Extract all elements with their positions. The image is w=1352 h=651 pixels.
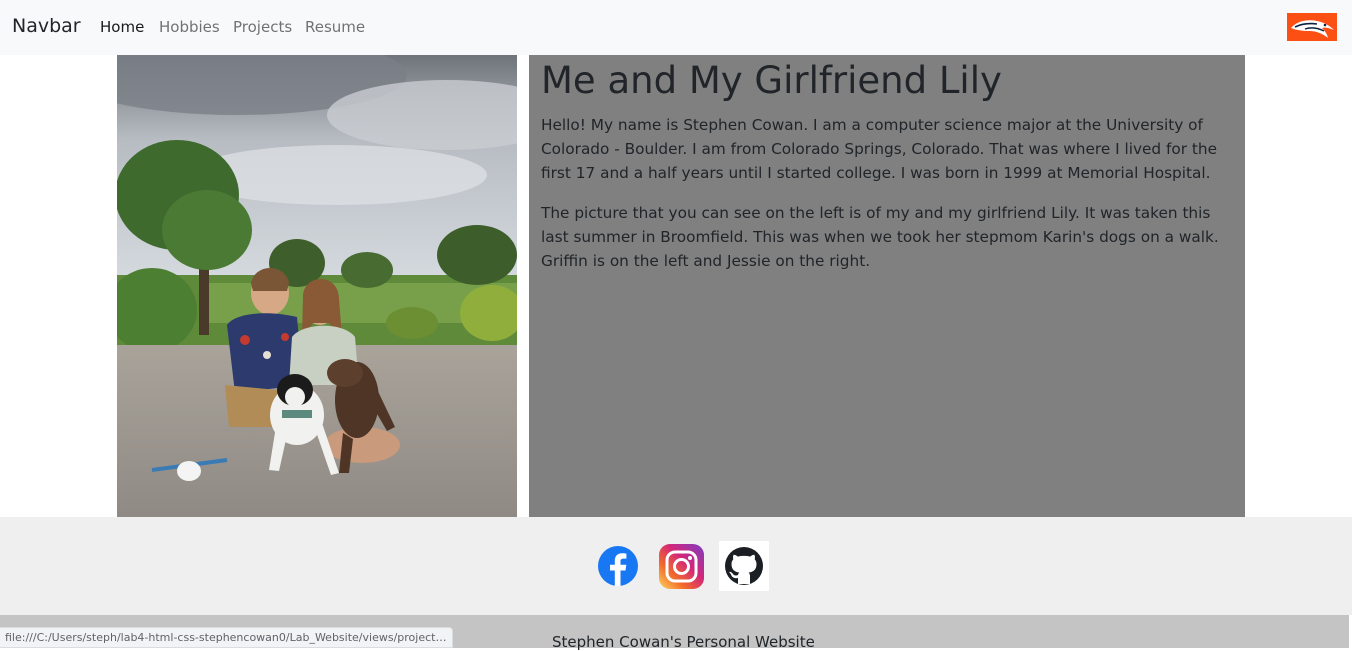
couple-with-dogs-photo xyxy=(117,55,517,517)
navbar-brand[interactable]: Navbar xyxy=(12,15,81,37)
social-bar xyxy=(0,517,1352,615)
navbar: Navbar Home Hobbies Projects Resume xyxy=(0,0,1352,55)
facebook-icon[interactable] xyxy=(593,541,643,591)
github-icon[interactable] xyxy=(719,541,769,591)
nav-link-resume[interactable]: Resume xyxy=(305,18,365,36)
instagram-icon[interactable] xyxy=(657,541,707,591)
page-title: Me and My Girlfriend Lily xyxy=(541,59,1002,102)
status-bar-url: file:///C:/Users/steph/lab4-html-css-ste… xyxy=(0,627,453,648)
about-panel: Me and My Girlfriend Lily Hello! My name… xyxy=(529,55,1245,517)
footer-text: Stephen Cowan's Personal Website xyxy=(552,633,815,651)
nav-link-hobbies[interactable]: Hobbies xyxy=(159,18,220,36)
nav-link-projects[interactable]: Projects xyxy=(233,18,292,36)
intro-paragraph: Hello! My name is Stephen Cowan. I am a … xyxy=(541,116,1218,182)
nav-link-home[interactable]: Home xyxy=(100,18,144,36)
photo-paragraph: The picture that you can see on the left… xyxy=(541,204,1219,270)
broncos-logo-icon[interactable] xyxy=(1287,13,1337,41)
